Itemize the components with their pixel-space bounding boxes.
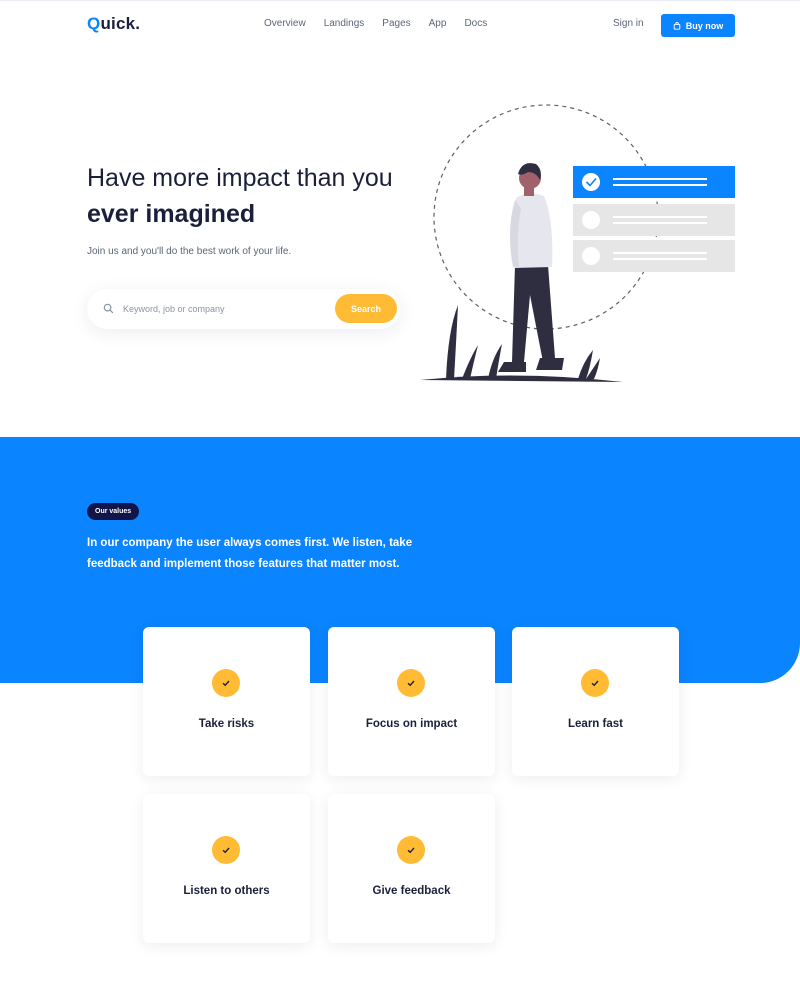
sign-in-link[interactable]: Sign in [613,18,644,29]
hero-title: Have more impact than you ever imagined [87,160,393,232]
nav-pages[interactable]: Pages [382,18,410,29]
search-icon [103,303,114,314]
hero-title-line2: ever imagined [87,196,256,232]
value-card-label: Give feedback [372,885,451,897]
top-navbar: Quick. Overview Landings Pages App Docs … [0,0,800,48]
value-card-learn-fast: Learn fast [512,627,679,776]
nav-links: Overview Landings Pages App Docs [264,18,505,29]
value-card-label: Listen to others [183,885,270,897]
search-bar: Search [87,289,400,329]
value-card-listen-to-others: Listen to others [143,794,310,943]
search-button[interactable]: Search [335,294,397,323]
nav-docs[interactable]: Docs [464,18,487,29]
value-card-take-risks: Take risks [143,627,310,776]
value-card-give-feedback: Give feedback [328,794,495,943]
hero-illustration [420,104,735,382]
nav-app[interactable]: App [429,18,447,29]
hero-title-line1: Have more impact than you [87,164,393,192]
values-badge: Our values [87,503,140,520]
value-card-label: Take risks [198,718,255,730]
value-card-label: Focus on impact [365,718,458,730]
nav-landings[interactable]: Landings [324,18,365,29]
hero-subtitle: Join us and you'll do the best work of y… [87,246,292,257]
value-card-label: Learn fast [568,718,623,730]
logo-text: uick. [100,14,141,33]
check-icon [212,669,240,697]
shopping-bag-icon [673,21,681,30]
buy-now-button[interactable]: Buy now [661,14,735,37]
buy-now-label: Buy now [685,20,724,31]
check-icon [397,669,425,697]
page: Quick. Overview Landings Pages App Docs … [0,0,800,1000]
value-card-focus-on-impact: Focus on impact [328,627,495,776]
check-icon [212,836,240,864]
check-icon [581,669,609,697]
nav-overview[interactable]: Overview [264,18,306,29]
logo[interactable]: Quick. [87,14,140,34]
logo-mark: Q [87,14,101,33]
values-description: In our company the user always comes fir… [87,537,413,570]
search-input[interactable] [123,300,323,318]
check-icon [397,836,425,864]
